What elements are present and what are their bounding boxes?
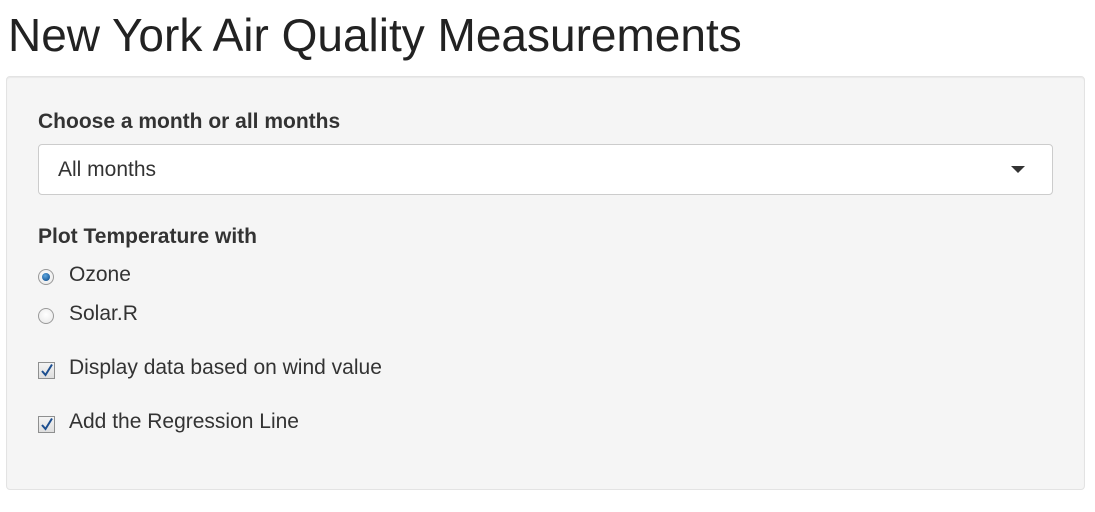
checkbox-wind[interactable] <box>38 362 55 379</box>
month-select[interactable]: All months <box>38 144 1053 195</box>
chevron-down-icon[interactable] <box>1011 166 1025 173</box>
checkbox-label-wind: Display data based on wind value <box>69 356 382 379</box>
radio-label-ozone: Ozone <box>69 263 131 286</box>
sidebar-panel: Choose a month or all months All months … <box>6 76 1085 490</box>
month-select-label: Choose a month or all months <box>38 110 341 133</box>
month-select-value: All months <box>58 158 157 181</box>
radio-label-solar: Solar.R <box>69 302 138 325</box>
page-title: New York Air Quality Measurements <box>8 9 742 61</box>
radio-selected-dot <box>42 273 50 281</box>
radio-button-solar[interactable] <box>38 308 54 324</box>
checkbox-label-regression: Add the Regression Line <box>69 410 299 433</box>
checkmark-icon <box>41 417 53 431</box>
checkbox-regression[interactable] <box>38 416 55 433</box>
plot-with-label: Plot Temperature with <box>38 225 257 248</box>
checkmark-icon <box>41 363 53 377</box>
radio-button-ozone[interactable] <box>38 269 54 285</box>
